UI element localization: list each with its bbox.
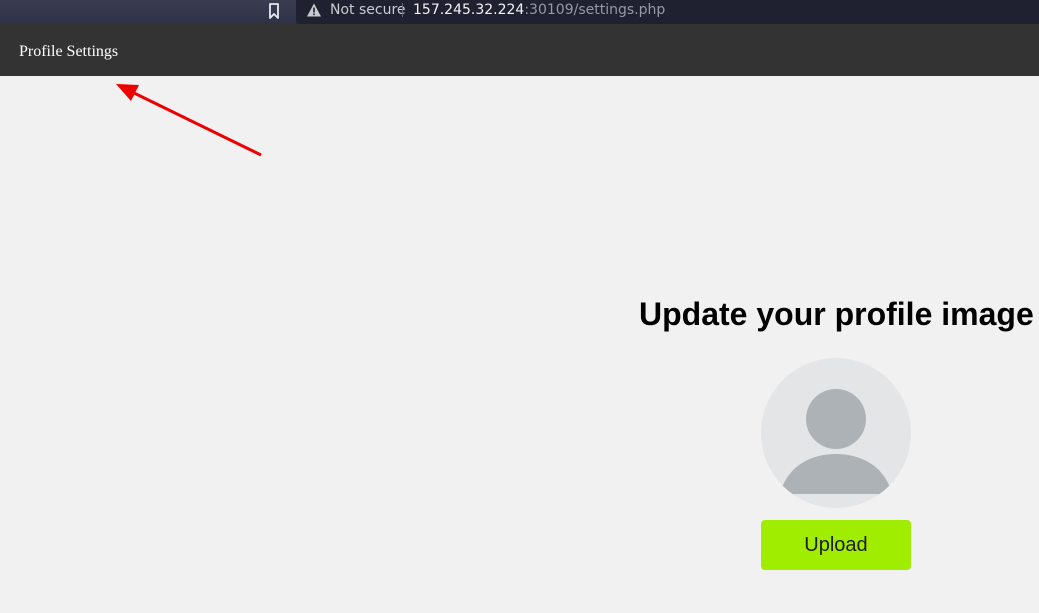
profile-avatar xyxy=(761,358,911,508)
navbar: Profile Settings xyxy=(0,24,1039,76)
upload-button[interactable]: Upload xyxy=(761,520,911,570)
default-user-avatar-icon xyxy=(780,389,892,494)
browser-tab-strip xyxy=(0,0,296,24)
address-bar[interactable]: Not secure 157.245.32.224:30109/settings… xyxy=(296,0,1039,24)
address-bar-divider xyxy=(402,3,403,17)
warning-icon[interactable] xyxy=(306,2,322,18)
url-text[interactable]: 157.245.32.224:30109/settings.php xyxy=(413,1,665,19)
nav-title-link[interactable]: Profile Settings xyxy=(19,43,118,61)
browser-toolbar: Not secure 157.245.32.224:30109/settings… xyxy=(0,0,1039,24)
url-host: 157.245.32.224 xyxy=(413,2,525,18)
security-status-label[interactable]: Not secure xyxy=(330,1,406,19)
page-heading: Update your profile image xyxy=(639,296,1034,332)
url-path: :30109/settings.php xyxy=(524,2,666,18)
bookmark-icon[interactable] xyxy=(266,2,282,20)
